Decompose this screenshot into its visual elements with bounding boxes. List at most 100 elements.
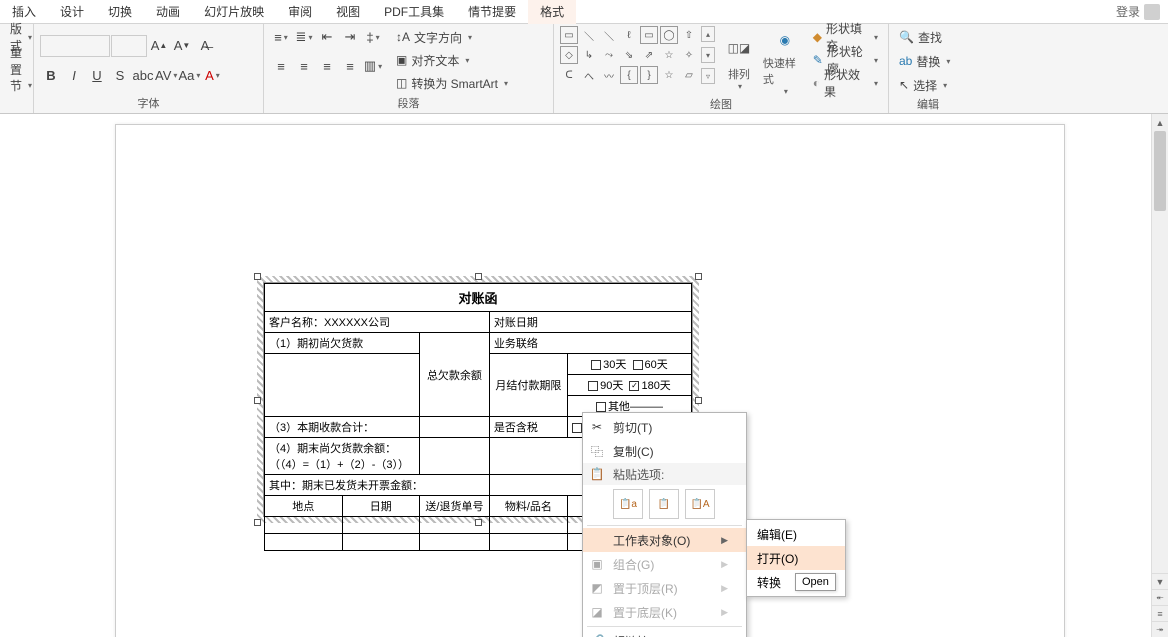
- login-button[interactable]: 登录: [1108, 3, 1168, 20]
- tab-slideshow[interactable]: 幻灯片放映: [192, 0, 276, 24]
- ctx-hyperlink[interactable]: 🔗超链接(H)...: [583, 629, 746, 637]
- tab-design[interactable]: 设计: [48, 0, 96, 24]
- select-icon: ↖: [899, 78, 909, 92]
- text-direction[interactable]: ↕A文字方向: [392, 26, 512, 48]
- resize-e[interactable]: [695, 397, 702, 404]
- shapes-gallery[interactable]: ▭＼＼ℓ▭◯⇧ ◇↳⤳⇘⇗☆✧ ᑕへ〰{}☆▱ ▴ ▾ ▿: [560, 26, 715, 84]
- quick-styles-icon: ◉: [769, 26, 801, 53]
- replace-icon: ab: [899, 54, 912, 68]
- effects-icon: ◐: [813, 76, 820, 90]
- slide-nav[interactable]: ≡: [1152, 605, 1168, 621]
- resize-ne[interactable]: [695, 273, 702, 280]
- font-color[interactable]: A: [201, 65, 223, 87]
- justify[interactable]: ≡: [339, 55, 361, 77]
- line-spacing[interactable]: ‡: [362, 26, 384, 48]
- char-spacing[interactable]: AV: [155, 65, 177, 87]
- tab-animations[interactable]: 动画: [144, 0, 192, 24]
- tab-transitions[interactable]: 切换: [96, 0, 144, 24]
- increase-font[interactable]: A▲: [148, 35, 170, 57]
- shapes-more[interactable]: ▿: [701, 68, 715, 84]
- align-left[interactable]: ≡: [270, 55, 292, 77]
- login-label: 登录: [1116, 3, 1140, 20]
- vertical-scrollbar[interactable]: ▲ ▼ ⯬ ≡ ⯮: [1151, 114, 1168, 637]
- tab-view[interactable]: 视图: [324, 0, 372, 24]
- font-size[interactable]: [111, 35, 147, 57]
- clipboard-icon: 📋: [589, 466, 605, 482]
- sheet-title: 对账函: [265, 284, 692, 312]
- numbering[interactable]: ≣: [293, 26, 315, 48]
- scroll-thumb[interactable]: [1154, 131, 1166, 211]
- align-right[interactable]: ≡: [316, 55, 338, 77]
- dec-indent[interactable]: ⇤: [316, 26, 338, 48]
- tab-storyboard[interactable]: 情节提要: [456, 0, 528, 24]
- ribbon-tabs: 插入 设计 切换 动画 幻灯片放映 审阅 视图 PDF工具集 情节提要 格式 登…: [0, 0, 1168, 24]
- align-center[interactable]: ≡: [293, 55, 315, 77]
- para-group-label: 段落: [270, 95, 547, 113]
- text-direction-icon: ↕A: [396, 30, 410, 44]
- scissors-icon: ✂: [589, 419, 605, 435]
- next-slide[interactable]: ⯮: [1152, 621, 1168, 637]
- ctx-bring-front: ◩置于顶层(R)▶: [583, 576, 746, 600]
- smartart-icon: ◫: [396, 76, 407, 90]
- group-icon: ▣: [589, 556, 605, 572]
- ctx-group: ▣组合(G)▶: [583, 552, 746, 576]
- italic[interactable]: I: [63, 65, 85, 87]
- arrange-btn[interactable]: ◫◪ 排列: [717, 26, 761, 96]
- edit-group-label: 编辑: [895, 96, 961, 114]
- section-btn[interactable]: 节: [6, 74, 36, 96]
- quick-styles-btn[interactable]: ◉ 快速样式: [763, 26, 807, 96]
- prev-slide[interactable]: ⯬: [1152, 589, 1168, 605]
- tab-format[interactable]: 格式: [528, 0, 576, 24]
- resize-n[interactable]: [475, 273, 482, 280]
- chevron-right-icon: ▶: [721, 535, 728, 546]
- shapes-up[interactable]: ▴: [701, 26, 715, 42]
- sub-open[interactable]: 打开(O): [747, 546, 845, 570]
- shadow[interactable]: abc: [132, 65, 154, 87]
- ctx-copy[interactable]: ⿻复制(C): [583, 439, 746, 463]
- shape-effects[interactable]: ◐形状效果: [809, 72, 882, 94]
- bold[interactable]: B: [40, 65, 62, 87]
- scroll-up[interactable]: ▲: [1152, 114, 1168, 131]
- decrease-font[interactable]: A▼: [171, 35, 193, 57]
- resize-sw[interactable]: [254, 519, 261, 526]
- ctx-send-back: ◪置于底层(K)▶: [583, 600, 746, 624]
- pen-icon: ✎: [813, 53, 823, 67]
- resize-nw[interactable]: [254, 273, 261, 280]
- inc-indent[interactable]: ⇥: [339, 26, 361, 48]
- copy-icon: ⿻: [589, 443, 605, 459]
- bullets[interactable]: ≡: [270, 26, 292, 48]
- ctx-worksheet-object[interactable]: 工作表对象(O)▶: [583, 528, 746, 552]
- change-case[interactable]: Aa: [178, 65, 200, 87]
- tooltip: Open: [795, 573, 836, 591]
- resize-w[interactable]: [254, 397, 261, 404]
- tab-pdf[interactable]: PDF工具集: [372, 0, 456, 24]
- avatar-icon: [1144, 4, 1160, 20]
- clear-format[interactable]: A̶: [194, 35, 216, 57]
- find-btn[interactable]: 🔍查找: [895, 26, 946, 48]
- paste-opt-1[interactable]: 📋a: [613, 489, 643, 519]
- underline[interactable]: U: [86, 65, 108, 87]
- select-btn[interactable]: ↖选择: [895, 74, 951, 96]
- tab-review[interactable]: 审阅: [276, 0, 324, 24]
- font-group-label: 字体: [40, 95, 257, 113]
- replace-btn[interactable]: ab替换: [895, 50, 954, 72]
- align-text[interactable]: ▣对齐文本: [392, 49, 512, 71]
- shapes-down[interactable]: ▾: [701, 47, 715, 63]
- paste-opt-3[interactable]: 📋A: [685, 489, 715, 519]
- smartart[interactable]: ◫转换为 SmartArt: [392, 72, 512, 94]
- scroll-down[interactable]: ▼: [1152, 573, 1168, 589]
- reset-btn[interactable]: 重置: [6, 50, 27, 72]
- ribbon: 版式 重置 节 A▲ A▼ A̶ B I U S abc AV Aa A: [0, 24, 1168, 114]
- document-area: 对账函 客户名称：XXXXXX公司 对账日期 （1）期初尚欠货款 总欠款余额 业…: [0, 114, 1168, 637]
- font-family[interactable]: [40, 35, 110, 57]
- sub-edit[interactable]: 编辑(E): [747, 522, 845, 546]
- draw-group-label: 绘图: [560, 96, 882, 114]
- tab-insert[interactable]: 插入: [0, 0, 48, 24]
- paste-opt-2[interactable]: 📋: [649, 489, 679, 519]
- align-text-icon: ▣: [396, 53, 407, 67]
- back-icon: ◪: [589, 604, 605, 620]
- front-icon: ◩: [589, 580, 605, 596]
- strike[interactable]: S: [109, 65, 131, 87]
- columns[interactable]: ▥: [362, 55, 384, 77]
- ctx-cut[interactable]: ✂剪切(T): [583, 415, 746, 439]
